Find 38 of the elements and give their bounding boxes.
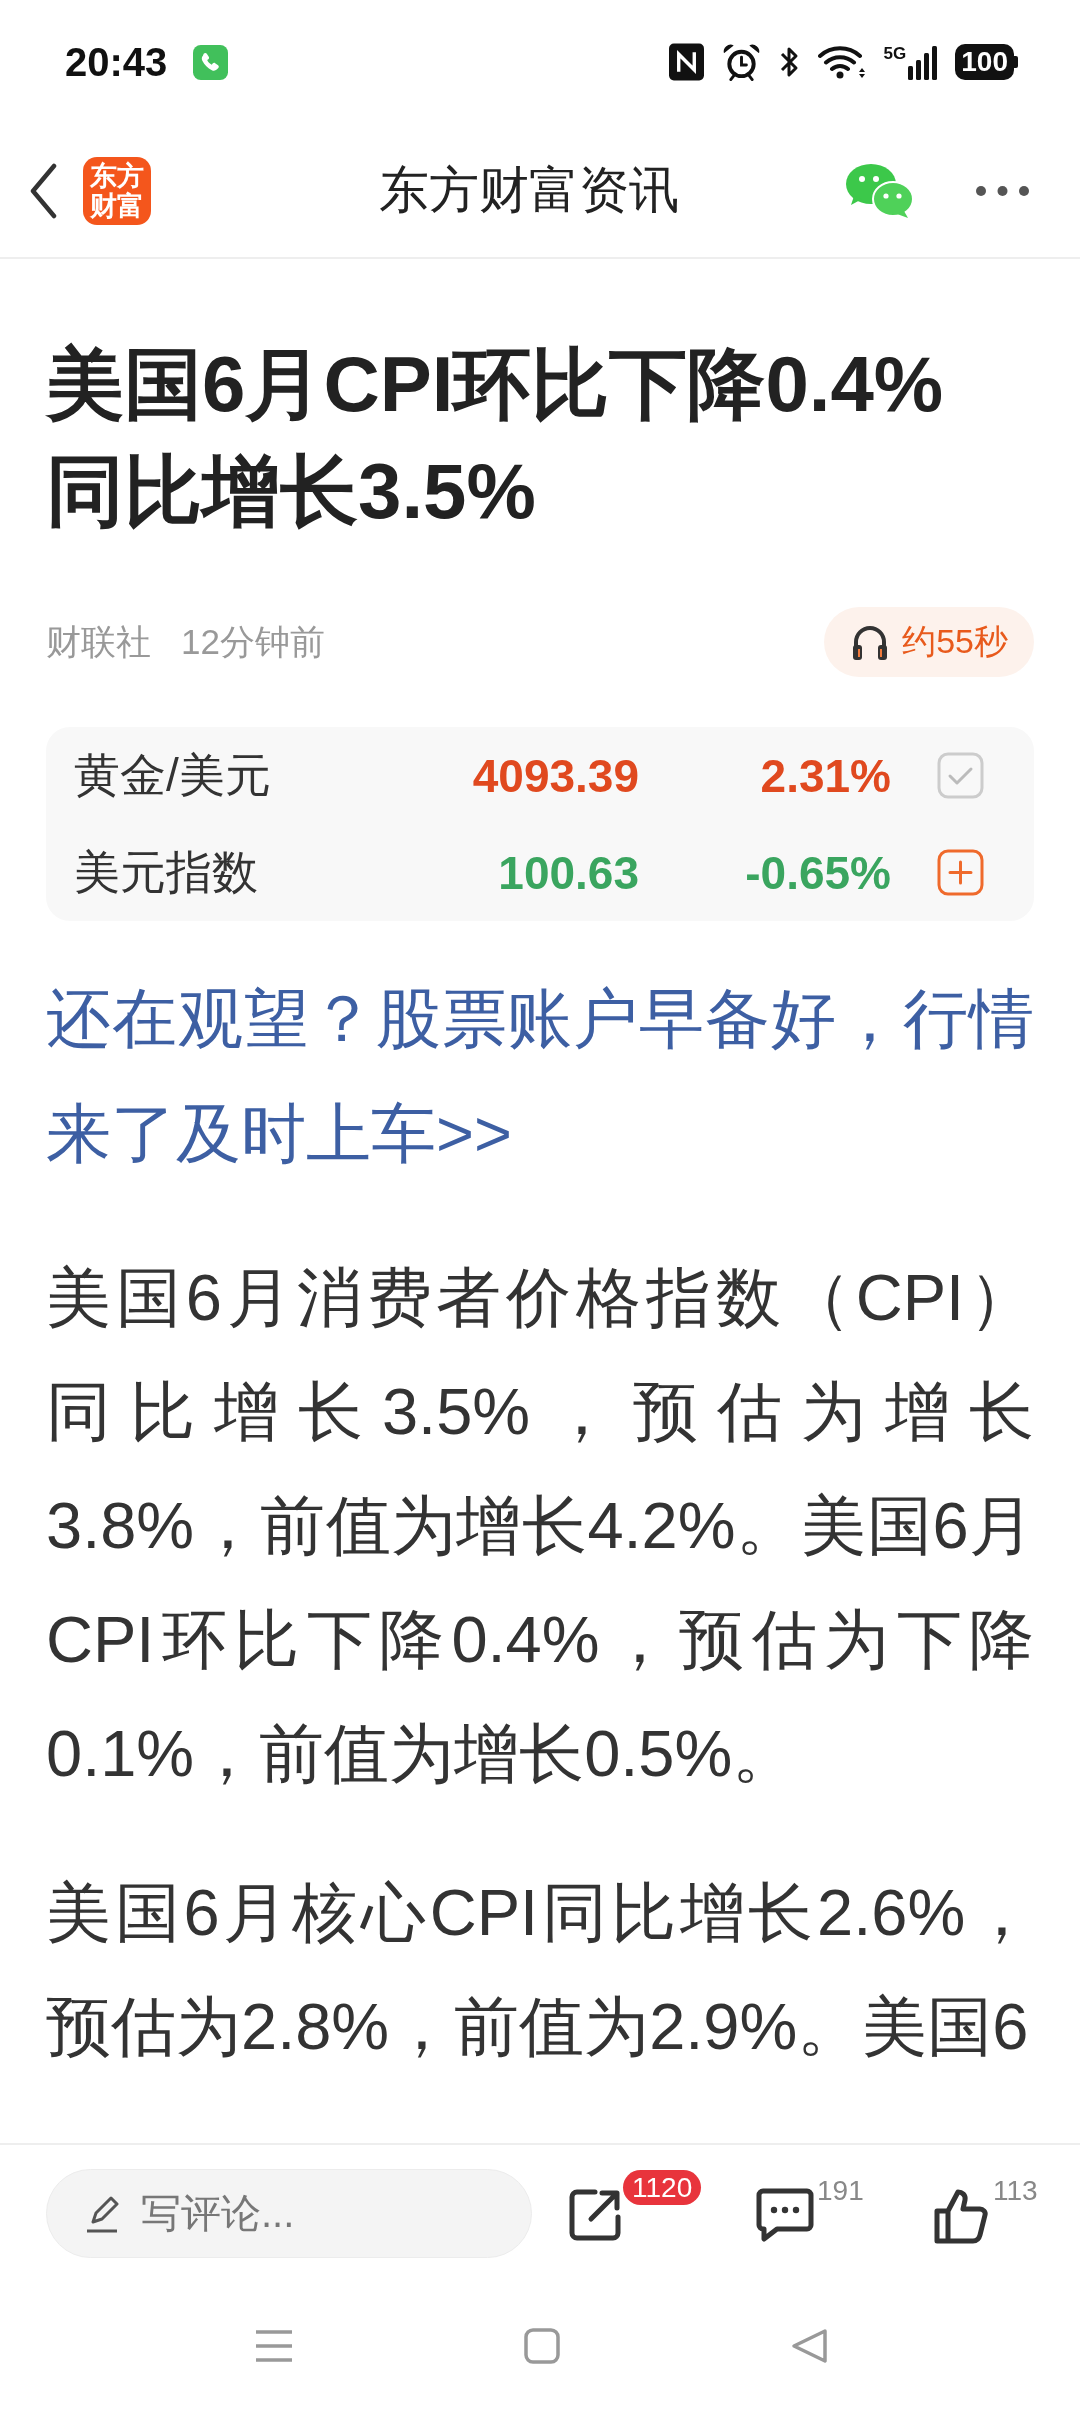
quote-name: 黄金/美元	[74, 747, 272, 803]
share-icon[interactable]	[567, 2187, 623, 2243]
back-icon[interactable]	[28, 162, 58, 219]
phone-icon	[193, 44, 229, 80]
page-title: 东方财富资讯	[379, 161, 679, 220]
publish-time: 12分钟前	[181, 620, 325, 663]
listen-button[interactable]: 约55秒	[824, 607, 1034, 677]
like-count: 113	[993, 2175, 1038, 2207]
quote-name: 美元指数	[74, 844, 259, 900]
plus-icon[interactable]	[937, 849, 984, 896]
alarm-icon	[721, 42, 761, 82]
app-logo: 东方财富	[83, 156, 151, 225]
chat-bubbles-icon[interactable]	[844, 162, 915, 219]
quote-price: 4093.39	[471, 748, 639, 803]
comment-field[interactable]: 写评论...	[46, 2169, 532, 2258]
article-paragraph: 美国6月核心CPI同比增长2.6%，预估为2.8%，前值为2.9%。美国6	[46, 1875, 1034, 2065]
comment-count: 191	[817, 2175, 864, 2207]
comment-icon[interactable]	[755, 2187, 815, 2243]
back-triangle-icon[interactable]	[790, 2328, 828, 2364]
battery-indicator: 100	[955, 44, 1018, 80]
home-icon[interactable]	[524, 2328, 560, 2364]
more-icon[interactable]	[975, 184, 1030, 197]
quote-change: -0.65%	[744, 845, 891, 900]
checkbox-icon[interactable]	[937, 752, 984, 799]
article-source: 财联社	[46, 620, 151, 663]
nfc-icon	[668, 43, 704, 81]
quote-price: 100.63	[497, 845, 639, 900]
quote-change: 2.31%	[759, 748, 891, 803]
menu-icon[interactable]	[254, 2329, 294, 2363]
signal-icon	[907, 44, 938, 80]
share-count-badge: 1120	[623, 2170, 702, 2205]
promo-link[interactable]: 还在观望？股票账户早备好，行情来了及时上车>>	[46, 961, 1034, 1191]
article-headline: 美国6月CPI环比下降0.4%同比增长3.5%	[46, 339, 945, 537]
status-time: 20:43	[65, 39, 168, 85]
wifi-icon	[817, 44, 866, 80]
article-paragraph: 美国6月消费者价格指数（CPI）同比增长3.5%，预估为增长3.8%，前值为增长4.2%。美国6月CPI环比下降0.4%，预估为下降0.1%，前值为增长0.5%。	[46, 1260, 1034, 1792]
comment-placeholder: 写评论...	[141, 2190, 295, 2237]
network-type: 5G	[883, 45, 907, 62]
